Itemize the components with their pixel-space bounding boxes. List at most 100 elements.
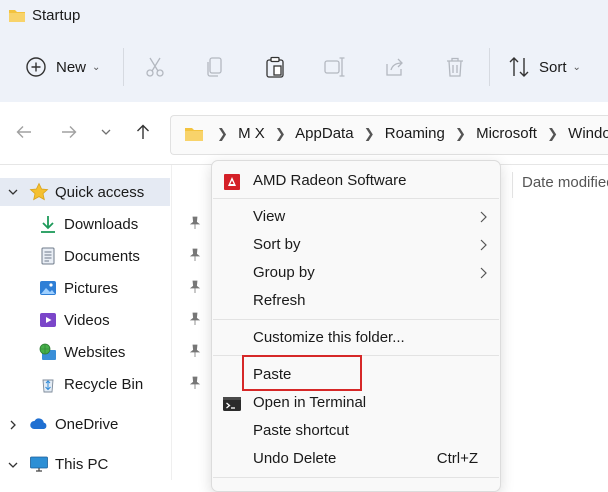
nav-item-recycle-bin[interactable]: Recycle Bin [38, 370, 201, 398]
window-title: Startup [32, 7, 81, 24]
command-bar: New ⌄ Sort ⌄ [0, 32, 608, 102]
column-header-date-modified[interactable]: Date modified [512, 172, 608, 198]
menu-item-view[interactable]: View [212, 203, 500, 231]
menu-item-label: Open in Terminal [253, 394, 367, 411]
menu-item-label: View [253, 208, 286, 225]
nav-item-label: Recycle Bin [64, 375, 144, 393]
breadcrumb-item[interactable]: Windows [568, 125, 608, 142]
nav-item-label: Downloads [64, 215, 139, 233]
rename-button[interactable] [323, 32, 347, 102]
new-button-label: New [56, 58, 87, 76]
menu-item-customize-folder[interactable]: Customize this folder... [212, 324, 500, 352]
nav-item-documents[interactable]: Documents [38, 242, 201, 270]
nav-item-label: OneDrive [55, 415, 119, 433]
pin-icon [189, 312, 201, 325]
menu-item-open-in-terminal[interactable]: Open in Terminal [212, 389, 500, 417]
chevron-down-icon[interactable] [7, 459, 19, 471]
breadcrumb-item[interactable]: M X [238, 125, 265, 142]
share-icon [386, 58, 403, 76]
paste-button[interactable] [263, 32, 287, 102]
nav-item-this-pc[interactable]: This PC [29, 450, 108, 478]
navigation-bar: ❯ M X ❯ AppData ❯ Roaming ❯ Microsoft ❯ … [0, 102, 608, 165]
menu-item-amd-radeon[interactable]: AMD Radeon Software [212, 167, 500, 195]
cut-button[interactable] [143, 32, 167, 102]
menu-item-label: Group by [253, 264, 315, 281]
nav-item-label: This PC [55, 455, 109, 473]
nav-item-label: Pictures [64, 279, 119, 297]
menu-item-paste-shortcut[interactable]: Paste shortcut [212, 417, 500, 445]
nav-item-videos[interactable]: Videos [38, 306, 201, 334]
pane-divider[interactable] [171, 165, 172, 480]
menu-separator [213, 198, 499, 199]
copy-button[interactable] [203, 32, 227, 102]
nav-item-pictures[interactable]: Pictures [38, 274, 201, 302]
menu-item-sort-by[interactable]: Sort by [212, 231, 500, 259]
folder-icon [9, 10, 25, 22]
cloud-icon [30, 418, 47, 429]
menu-item-group-by[interactable]: Group by [212, 259, 500, 287]
scissors-icon [146, 57, 164, 77]
breadcrumb-chevron-icon[interactable]: ❯ [364, 126, 375, 142]
breadcrumb-chevron-icon[interactable]: ❯ [275, 126, 286, 142]
chevron-down-icon: ⌄ [92, 61, 101, 73]
breadcrumb-chevron-icon[interactable]: ❯ [455, 126, 466, 142]
nav-item-label: Quick access [55, 183, 145, 201]
address-bar[interactable]: ❯ M X ❯ AppData ❯ Roaming ❯ Microsoft ❯ … [170, 115, 608, 155]
menu-item-undo-delete[interactable]: Undo Delete Ctrl+Z [212, 445, 500, 473]
pin-icon [189, 216, 201, 229]
keyboard-shortcut: Ctrl+Z [436, 450, 478, 467]
nav-item-label: Documents [64, 247, 140, 265]
toolbar-divider [489, 48, 490, 86]
copy-icon [207, 57, 222, 77]
plus-circle-icon [26, 57, 46, 77]
menu-item-label: AMD Radeon Software [253, 172, 407, 189]
back-arrow-icon[interactable] [14, 122, 34, 142]
menu-item-label: Undo Delete [253, 450, 337, 467]
video-icon [40, 313, 56, 327]
menu-item-refresh[interactable]: Refresh [212, 287, 500, 315]
rename-icon [324, 57, 345, 77]
sort-button[interactable]: Sort ⌄ [507, 32, 581, 102]
nav-item-onedrive[interactable]: OneDrive [29, 410, 118, 438]
pictures-icon [40, 281, 56, 295]
navigation-pane: Quick access Downloads Documents Picture… [0, 165, 201, 480]
title-bar: Startup [0, 0, 608, 32]
chevron-right-icon [480, 211, 487, 223]
new-button[interactable]: New ⌄ [24, 32, 100, 102]
menu-item-label: Sort by [253, 236, 301, 253]
terminal-icon [223, 397, 241, 411]
chevron-right-icon[interactable] [7, 419, 19, 431]
clipboard-icon [266, 56, 284, 78]
menu-item-label: Paste shortcut [253, 422, 349, 439]
chevron-right-icon [480, 267, 487, 279]
nav-item-label: Websites [64, 343, 126, 361]
chevron-down-icon[interactable] [7, 186, 19, 198]
recycle-bin-icon [42, 379, 54, 393]
breadcrumb-chevron-icon[interactable]: ❯ [217, 126, 228, 142]
share-button[interactable] [383, 32, 407, 102]
breadcrumb-item[interactable]: Microsoft [476, 125, 537, 142]
recent-locations-icon[interactable] [99, 122, 113, 142]
breadcrumb-item[interactable]: Roaming [385, 125, 445, 142]
nav-item-websites[interactable]: Websites [38, 338, 201, 366]
chevron-down-icon: ⌄ [572, 61, 581, 73]
pin-icon [189, 376, 201, 389]
up-arrow-icon[interactable] [133, 122, 153, 142]
highlight-annotation-box [242, 355, 362, 391]
nav-item-downloads[interactable]: Downloads [38, 210, 201, 238]
menu-separator [213, 319, 499, 320]
delete-button[interactable] [443, 32, 467, 102]
nav-item-quick-access[interactable]: Quick access [29, 178, 144, 206]
breadcrumb-chevron-icon[interactable]: ❯ [547, 126, 558, 142]
globe-folder-icon [39, 343, 56, 360]
download-icon [41, 216, 55, 233]
menu-separator [213, 477, 499, 478]
breadcrumb-item[interactable]: AppData [295, 125, 353, 142]
forward-arrow-icon[interactable] [59, 122, 79, 142]
breadcrumb: ❯ M X ❯ AppData ❯ Roaming ❯ Microsoft ❯ … [211, 125, 608, 142]
document-icon [41, 247, 55, 265]
menu-item-label: Customize this folder... [253, 329, 405, 346]
chevron-right-icon [480, 239, 487, 251]
trash-icon [447, 57, 463, 77]
folder-icon [185, 128, 203, 141]
